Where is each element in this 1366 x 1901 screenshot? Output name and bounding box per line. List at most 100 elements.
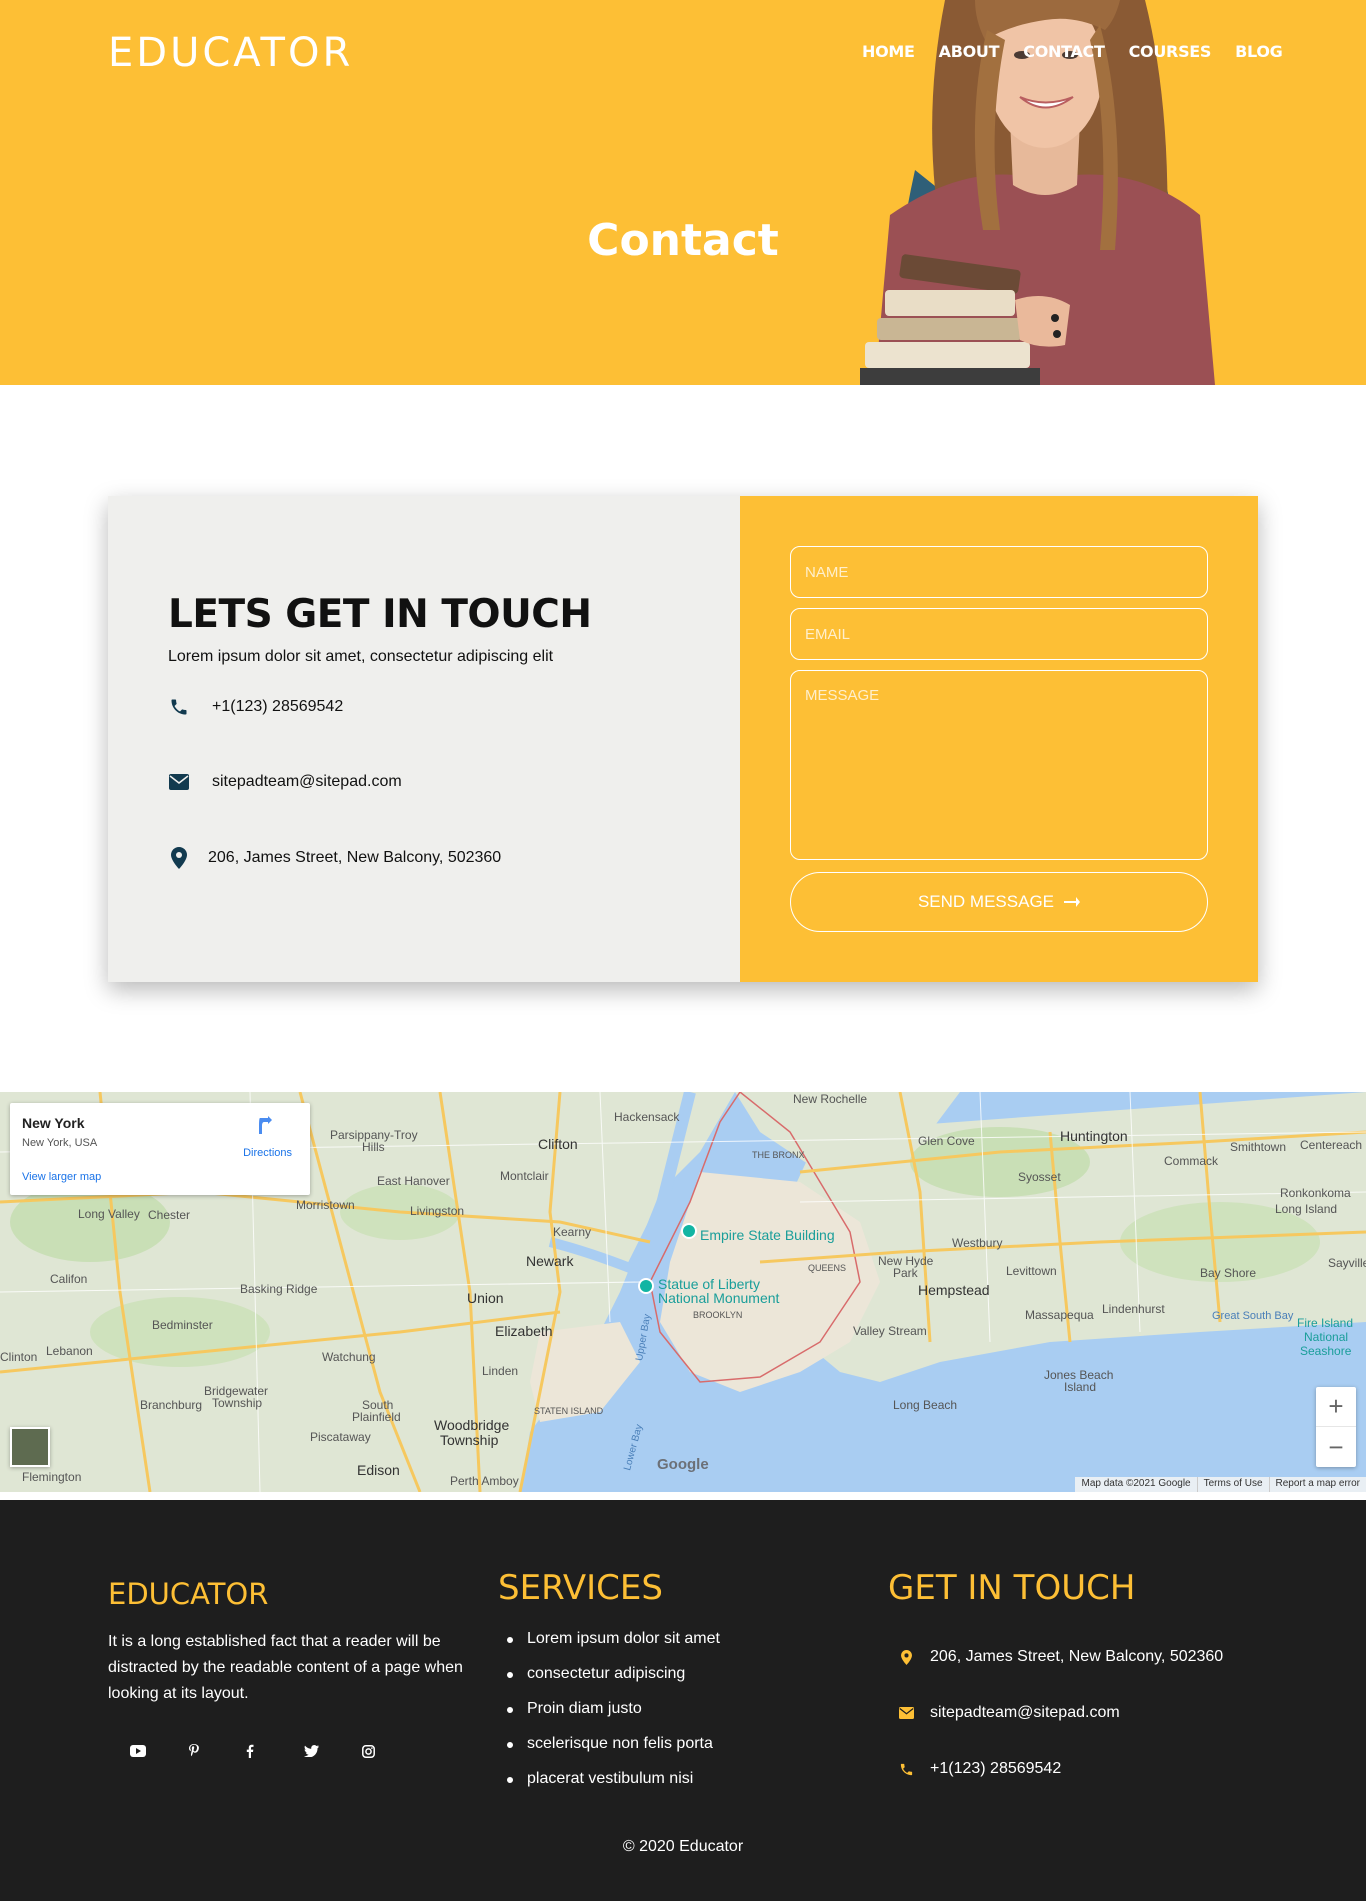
footer-email-row: sitepadteam@sitepad.com: [896, 1704, 1120, 1722]
footer-brand-desc: It is a long established fact that a rea…: [108, 1633, 463, 1702]
map-label: QUEENS: [808, 1263, 847, 1273]
map-place-subtitle: New York, USA: [22, 1137, 98, 1149]
directions-link[interactable]: Directions: [243, 1147, 292, 1159]
map-poi-label[interactable]: National Monument: [658, 1290, 779, 1306]
map-label: Flemington: [22, 1470, 82, 1484]
map-label: Hills: [362, 1140, 385, 1154]
map-pin-icon: [168, 847, 190, 869]
instagram-icon[interactable]: [362, 1739, 420, 1763]
map-label: Huntington: [1060, 1128, 1128, 1144]
footer-brand-title: EDUCATOR: [108, 1577, 269, 1611]
copyright: © 2020 Educator: [622, 1838, 744, 1855]
contact-email: sitepadteam@sitepad.com: [212, 773, 402, 790]
map-label: Kearny: [553, 1225, 592, 1239]
map-label: Glen Cove: [918, 1134, 975, 1148]
service-item[interactable]: placerat vestibulum nisi: [498, 1770, 878, 1788]
map-label: Edison: [357, 1462, 400, 1478]
map-label: Califon: [50, 1272, 88, 1286]
map-label: Long Valley: [78, 1207, 140, 1221]
map-label: Bedminster: [152, 1318, 213, 1332]
service-item[interactable]: consectetur adipiscing: [498, 1665, 878, 1683]
page-title: Contact: [587, 215, 779, 266]
contact-title: LETS GET IN TOUCH: [168, 592, 592, 637]
twitter-icon[interactable]: [304, 1739, 362, 1763]
message-field[interactable]: [790, 670, 1208, 860]
service-item[interactable]: scelerisque non felis porta: [498, 1735, 878, 1753]
footer-address-row: 206, James Street, New Balcony, 502360: [896, 1648, 1223, 1666]
map-label: Montclair: [500, 1169, 549, 1183]
map-label: STATEN ISLAND: [534, 1406, 604, 1416]
map-label: Sayville: [1328, 1256, 1366, 1270]
map-label: Massapequa: [1025, 1308, 1094, 1322]
map-label: Lindenhurst: [1102, 1302, 1165, 1316]
facebook-icon[interactable]: [246, 1739, 304, 1763]
map-label: Morristown: [296, 1198, 355, 1212]
map-label: Elizabeth: [495, 1323, 553, 1339]
nav-contact[interactable]: CONTACT: [1023, 42, 1105, 61]
map-label: Piscataway: [310, 1430, 371, 1444]
send-message-button[interactable]: SEND MESSAGE: [790, 872, 1208, 932]
pinterest-icon[interactable]: [188, 1739, 246, 1763]
map-label: Township: [440, 1432, 499, 1448]
envelope-icon: [896, 1707, 916, 1719]
directions-icon[interactable]: [256, 1116, 276, 1136]
google-map[interactable]: New Rochelle Hackensack Clifton Parsippa…: [0, 1092, 1366, 1492]
statue-liberty-pin[interactable]: [638, 1278, 654, 1294]
map-label: Linden: [482, 1364, 519, 1378]
map-label: Smithtown: [1230, 1140, 1287, 1154]
service-item[interactable]: Proin diam justo: [498, 1700, 878, 1718]
map-label: Ronkonkoma: [1280, 1186, 1351, 1200]
map-label: Commack: [1164, 1154, 1219, 1168]
nav-about[interactable]: ABOUT: [939, 42, 1000, 61]
report-error-link[interactable]: Report a map error: [1268, 1477, 1366, 1492]
map-label: Lebanon: [46, 1344, 93, 1358]
zoom-in-button[interactable]: +: [1316, 1387, 1356, 1427]
name-field[interactable]: [790, 546, 1208, 598]
contact-info-panel: LETS GET IN TOUCH Lorem ipsum dolor sit …: [108, 496, 740, 982]
map-label: Seashore: [1300, 1344, 1352, 1358]
footer-services-column: SERVICES Lorem ipsum dolor sit amet cons…: [498, 1568, 878, 1805]
map-label: Fire Island: [1297, 1316, 1354, 1330]
map-label: Park: [893, 1266, 918, 1280]
map-label: Plainfield: [352, 1410, 401, 1424]
map-place-title: New York: [22, 1115, 85, 1131]
map-label: Westbury: [952, 1236, 1003, 1250]
nav-courses[interactable]: COURSES: [1129, 42, 1212, 61]
nav-home[interactable]: HOME: [862, 42, 915, 61]
terms-link[interactable]: Terms of Use: [1196, 1477, 1269, 1492]
youtube-icon[interactable]: [130, 1739, 188, 1763]
services-title: SERVICES: [498, 1568, 663, 1608]
footer-address: 206, James Street, New Balcony, 502360: [930, 1648, 1224, 1665]
map-label: National: [1304, 1330, 1349, 1344]
map-label: Watchung: [322, 1350, 376, 1364]
contact-phone-row: +1(123) 28569542: [168, 696, 343, 718]
email-field[interactable]: [790, 608, 1208, 660]
map-label: East Hanover: [377, 1174, 450, 1188]
footer-email: sitepadteam@sitepad.com: [930, 1704, 1120, 1721]
map-label: Hempstead: [918, 1282, 990, 1298]
map-label: Township: [212, 1396, 263, 1410]
map-data-credit: Map data ©2021 Google: [1081, 1478, 1191, 1489]
map-label: Syosset: [1018, 1170, 1061, 1184]
phone-icon: [168, 696, 190, 718]
map-attribution: Map data ©2021 Google Terms of Use Repor…: [1075, 1477, 1366, 1492]
satellite-toggle[interactable]: [10, 1427, 50, 1467]
nav-blog[interactable]: BLOG: [1235, 42, 1283, 61]
map-label: Valley Stream: [853, 1324, 927, 1338]
contact-address: 206, James Street, New Balcony, 502360: [208, 849, 502, 866]
map-label: Chester: [148, 1208, 191, 1222]
footer-phone-row: +1(123) 28569542: [896, 1760, 1061, 1778]
zoom-out-button[interactable]: −: [1316, 1427, 1356, 1467]
view-larger-map-link[interactable]: View larger map: [22, 1171, 101, 1183]
footer-brand-column: EDUCATOR It is a long established fact t…: [108, 1577, 478, 1763]
map-label: BROOKLYN: [693, 1310, 743, 1320]
map-poi-label[interactable]: Empire State Building: [700, 1227, 835, 1243]
map-label: Bay Shore: [1200, 1266, 1257, 1280]
service-item[interactable]: Lorem ipsum dolor sit amet: [498, 1630, 878, 1648]
map-label: Basking Ridge: [240, 1282, 318, 1296]
phone-icon: [896, 1762, 916, 1777]
empire-state-pin[interactable]: [681, 1223, 697, 1239]
site-logo[interactable]: EDUCATOR: [108, 30, 353, 76]
arrow-right-icon: [1064, 892, 1081, 913]
contact-form: SEND MESSAGE: [740, 496, 1258, 982]
